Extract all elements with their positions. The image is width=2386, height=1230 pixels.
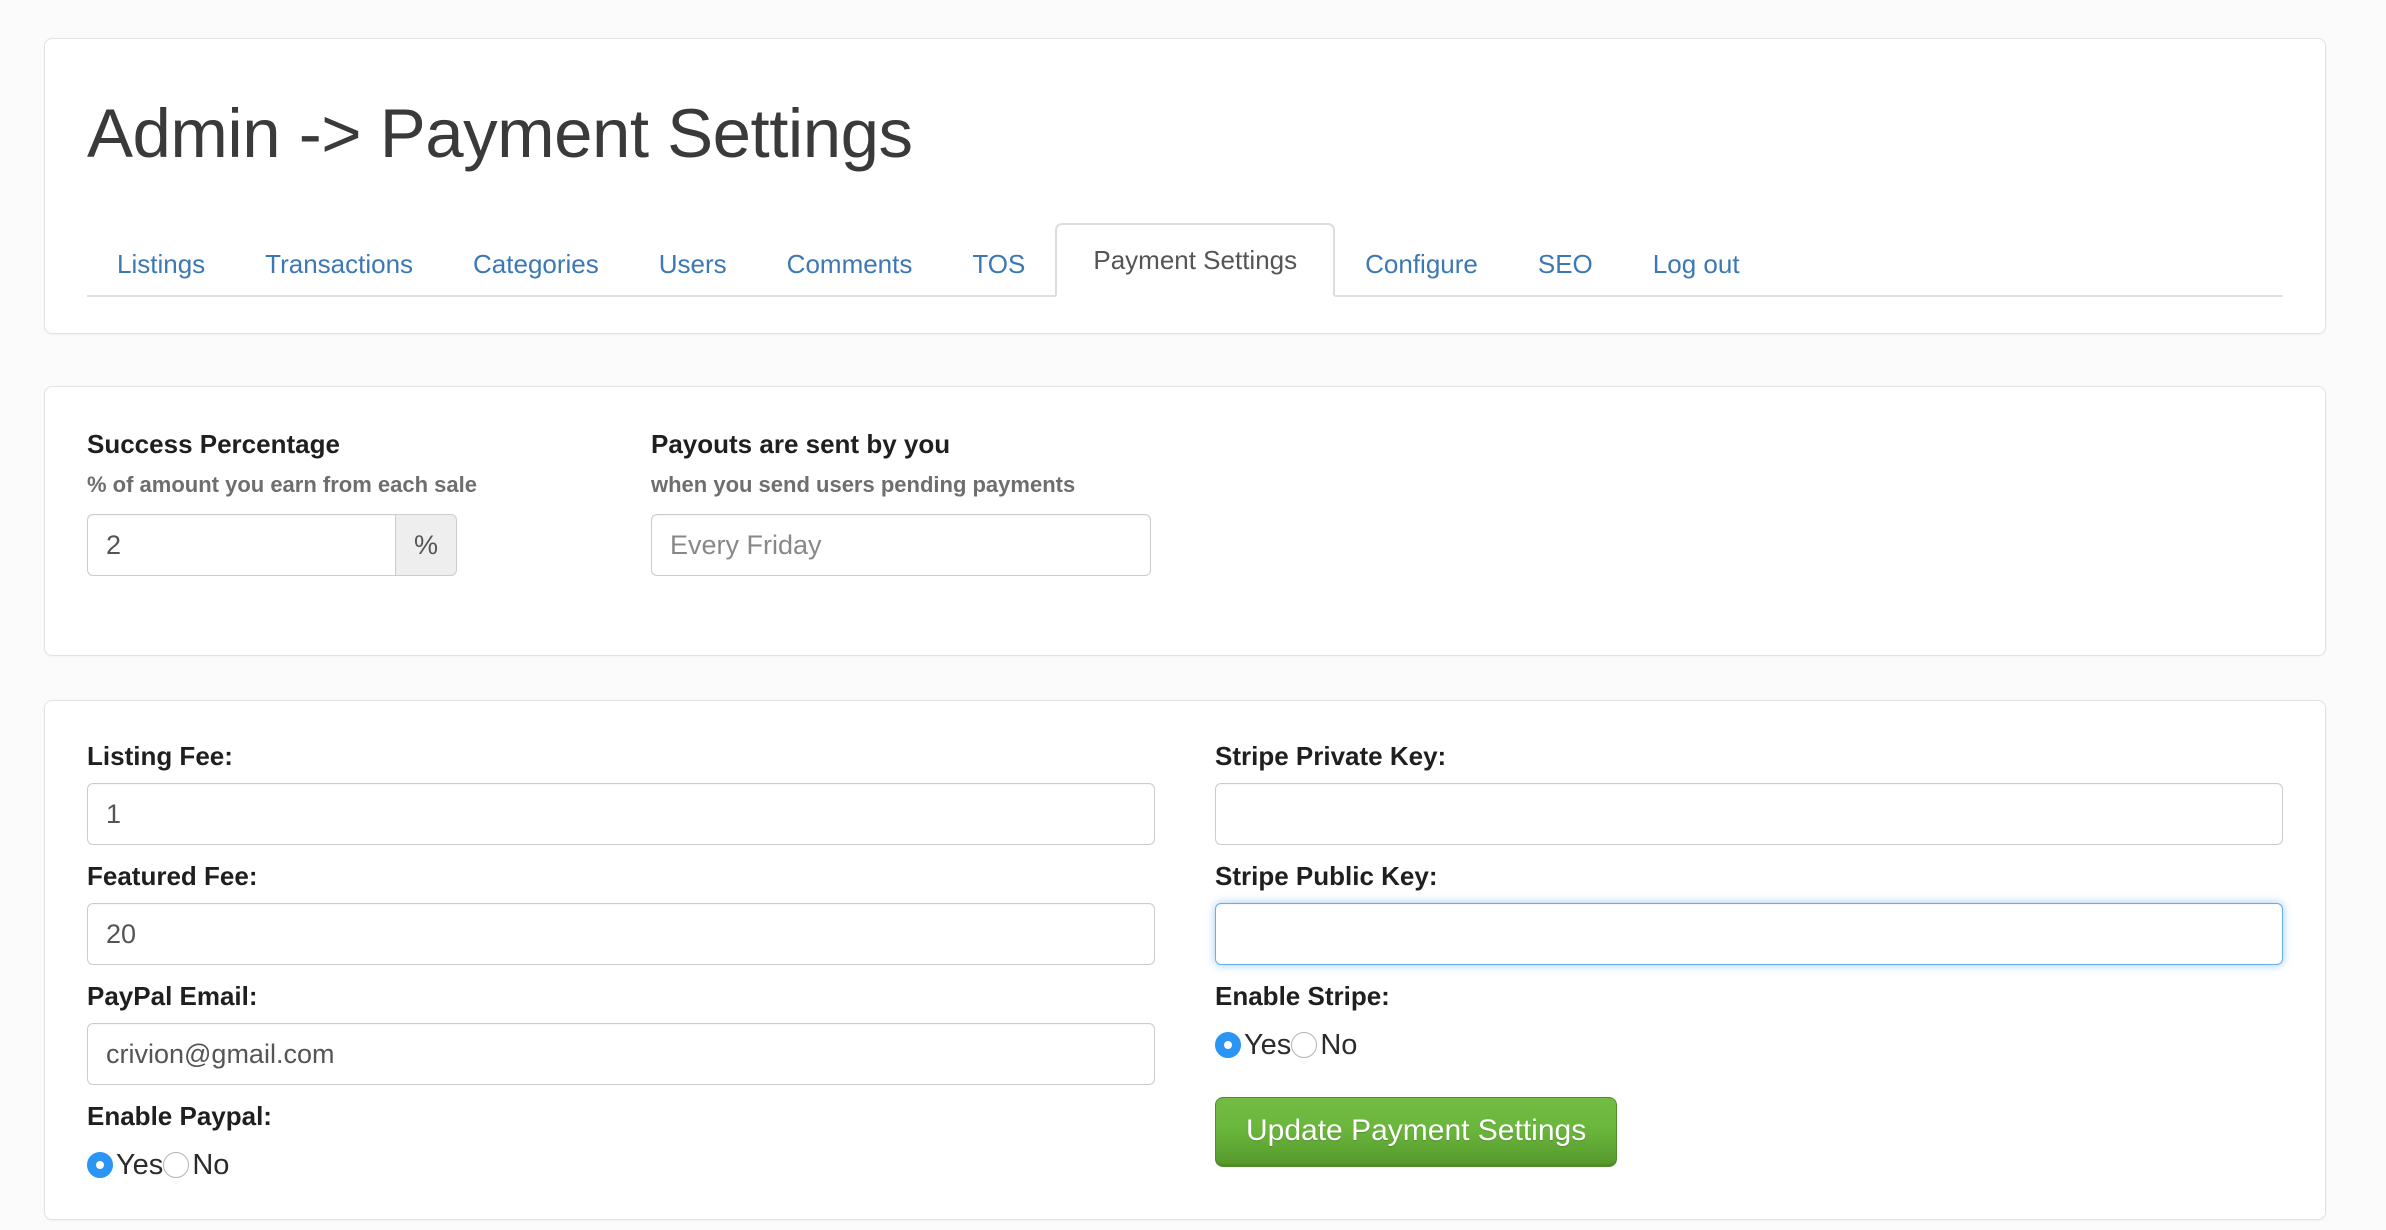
payouts-input-wrap [651, 514, 1151, 576]
enable-paypal-yes-label: Yes [116, 1148, 164, 1181]
payouts-schedule-input[interactable] [651, 514, 1151, 576]
payouts-sublabel: when you send users pending payments [651, 472, 1076, 497]
enable-stripe-label: Enable Stripe: [1215, 981, 1390, 1011]
admin-payment-settings-page: Admin -> Payment Settings Listings Trans… [0, 0, 2386, 1230]
fees-panel: Listing Fee: Featured Fee: PayPal Email:… [44, 700, 2326, 1220]
enable-paypal-radio-group: Yes No [87, 1145, 1157, 1185]
fees-right-column: Stripe Private Key: Stripe Public Key: E… [1215, 743, 2285, 1167]
success-percentage-input[interactable] [87, 514, 395, 576]
success-percentage-label: Success Percentage [87, 429, 340, 459]
enable-stripe-yes-label: Yes [1244, 1028, 1292, 1061]
stripe-private-key-label: Stripe Private Key: [1215, 741, 1447, 771]
featured-fee-input[interactable] [87, 903, 1155, 965]
enable-stripe-radio-group: Yes No [1215, 1025, 2285, 1065]
stripe-public-key-label: Stripe Public Key: [1215, 861, 1438, 891]
tab-comments[interactable]: Comments [757, 231, 943, 297]
enable-paypal-label: Enable Paypal: [87, 1101, 272, 1131]
radio-unselected-icon[interactable] [163, 1152, 190, 1178]
radio-unselected-icon[interactable] [1291, 1032, 1318, 1058]
admin-tab-bar: Listings Transactions Categories Users C… [87, 223, 2283, 297]
stripe-public-key-input[interactable] [1215, 903, 2283, 965]
tab-configure[interactable]: Configure [1335, 231, 1508, 297]
payouts-group: Payouts are sent by you when you send us… [651, 431, 1151, 576]
tab-seo[interactable]: SEO [1508, 231, 1623, 297]
radio-selected-icon[interactable] [1215, 1032, 1241, 1058]
update-payment-settings-button[interactable]: Update Payment Settings [1215, 1097, 1618, 1167]
payouts-label: Payouts are sent by you [651, 429, 951, 459]
page-title: Admin -> Payment Settings [87, 95, 913, 172]
tab-payment-settings[interactable]: Payment Settings [1055, 223, 1336, 297]
enable-paypal-yes-option[interactable]: Yes [87, 1148, 164, 1181]
stripe-private-key-input[interactable] [1215, 783, 2283, 845]
tab-transactions[interactable]: Transactions [235, 231, 443, 297]
featured-fee-label: Featured Fee: [87, 861, 258, 891]
tab-listings[interactable]: Listings [87, 231, 235, 297]
enable-stripe-no-label: No [1320, 1028, 1358, 1061]
enable-paypal-no-label: No [192, 1148, 230, 1181]
rates-panel: Success Percentage % of amount you earn … [44, 386, 2326, 656]
enable-paypal-no-option[interactable]: No [163, 1148, 230, 1181]
paypal-email-label: PayPal Email: [87, 981, 258, 1011]
tab-categories[interactable]: Categories [443, 231, 629, 297]
success-percentage-sublabel: % of amount you earn from each sale [87, 472, 477, 497]
success-percentage-group: Success Percentage % of amount you earn … [87, 431, 477, 576]
listing-fee-input[interactable] [87, 783, 1155, 845]
tab-users[interactable]: Users [629, 231, 757, 297]
enable-stripe-yes-option[interactable]: Yes [1215, 1028, 1292, 1061]
percent-addon: % [395, 514, 457, 576]
paypal-email-input[interactable] [87, 1023, 1155, 1085]
header-panel: Admin -> Payment Settings Listings Trans… [44, 38, 2326, 334]
success-percentage-input-group: % [87, 514, 477, 576]
listing-fee-label: Listing Fee: [87, 741, 233, 771]
fees-left-column: Listing Fee: Featured Fee: PayPal Email:… [87, 743, 1157, 1185]
tab-log-out[interactable]: Log out [1623, 231, 1770, 297]
radio-selected-icon[interactable] [87, 1152, 113, 1178]
tab-tos[interactable]: TOS [942, 231, 1055, 297]
enable-stripe-no-option[interactable]: No [1291, 1028, 1358, 1061]
